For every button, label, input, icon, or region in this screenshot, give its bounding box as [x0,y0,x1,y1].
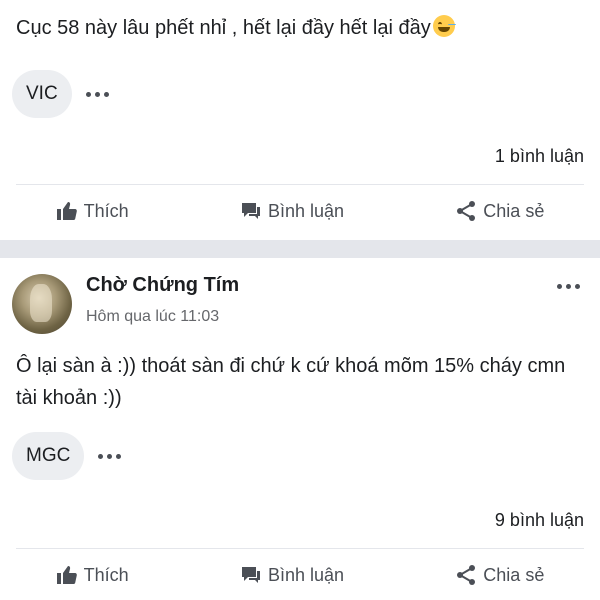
more-tags-icon[interactable] [98,453,122,459]
like-label: Thích [83,564,129,585]
feed-separator [0,240,600,258]
share-label: Chia sẻ [483,200,545,221]
post-action-bar: Thích Bình luận Chia sẻ [0,196,600,226]
comment-bubble-icon [241,203,260,219]
ticker-tag[interactable]: VIC [12,70,72,118]
comment-label: Bình luận [267,200,345,221]
share-button[interactable]: Chia sẻ [445,196,554,226]
like-button[interactable]: Thích [46,197,139,226]
divider [16,184,584,185]
comment-bubble-icon [241,567,260,583]
thumbs-up-icon [56,566,77,584]
share-icon [457,565,476,585]
post-options-icon[interactable] [557,284,580,289]
feed-post: Cục 58 này lâu phết nhỉ , hết lại đầy hế… [0,0,600,240]
more-tags-icon[interactable] [85,91,109,97]
author-name[interactable]: Chờ Chứng Tím [86,274,239,297]
post-text: Ô lại sàn à :)) thoát sàn đi chứ k cứ kh… [16,355,566,409]
post-action-bar: Thích Bình luận Chia sẻ [0,560,600,590]
ticker-tag[interactable]: MGC [12,432,85,480]
ticker-tag-row: MGC [12,432,122,480]
share-button[interactable]: Chia sẻ [445,560,554,590]
ticker-tag-row: VIC [12,70,109,118]
post-text: Cục 58 này lâu phết nhỉ , hết lại đầy hế… [16,12,455,44]
feed-post: Chờ Chứng Tím Hôm qua lúc 11:03 Ô lại sà… [0,258,600,600]
post-timestamp[interactable]: Hôm qua lúc 11:03 [86,308,219,326]
comment-button[interactable]: Bình luận [230,561,354,590]
like-button[interactable]: Thích [46,561,139,590]
share-label: Chia sẻ [483,564,545,585]
grinning-sweat-emoji-icon [432,15,455,37]
comment-label: Bình luận [267,564,345,585]
divider [16,548,584,549]
thumbs-up-icon [56,202,77,220]
comment-count[interactable]: 9 bình luận [495,510,584,531]
share-icon [457,201,476,221]
comment-button[interactable]: Bình luận [230,197,354,226]
comment-count[interactable]: 1 bình luận [495,146,584,167]
like-label: Thích [83,200,129,221]
avatar[interactable] [12,274,72,334]
